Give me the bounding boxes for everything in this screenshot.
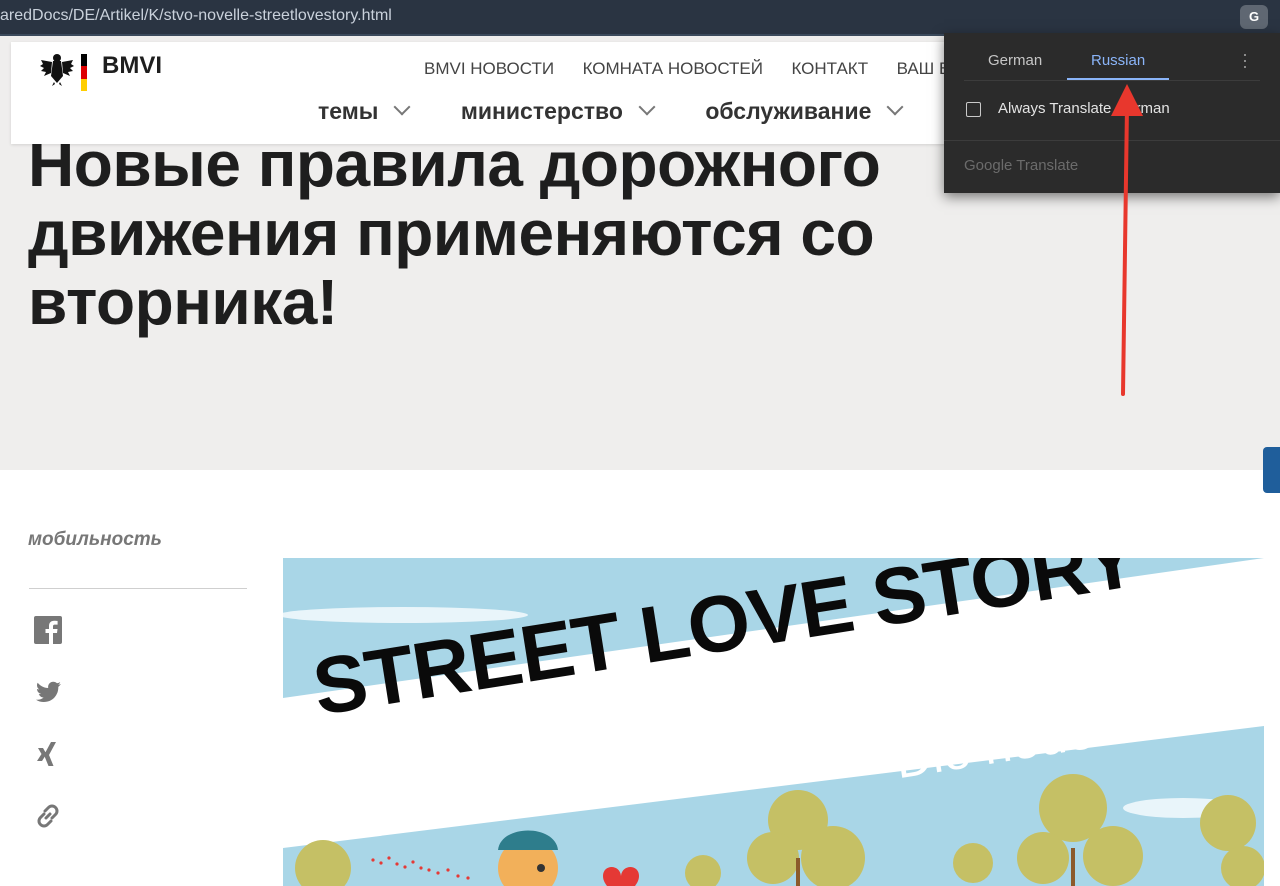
topnav-bmvi-news[interactable]: BMVI НОВОСТИ [424, 59, 554, 78]
twitter-icon[interactable] [33, 677, 63, 707]
topnav-your-way[interactable]: ВАШ В [897, 59, 951, 78]
site-header: BMVI BMVI НОВОСТИ КОМНАТА НОВОСТЕЙ КОНТА… [11, 42, 1011, 144]
more-options-icon[interactable]: · · · [1240, 45, 1250, 75]
tab-german[interactable]: German [988, 52, 1042, 69]
mainnav-ministry-label: министерство [460, 98, 623, 124]
chevron-down-icon [393, 98, 411, 116]
page-title: Новые правила дорожного движения применя… [28, 128, 881, 338]
google-translate-logo: Google Translate [964, 157, 1079, 174]
topnav-newsroom[interactable]: КОМНАТА НОВОСТЕЙ [583, 59, 763, 78]
tab-russian[interactable]: Russian [1091, 52, 1145, 69]
section-label[interactable]: мобильность [28, 529, 162, 551]
mainnav-service[interactable]: обслуживание [705, 98, 904, 125]
sidebar-divider [29, 588, 247, 589]
annotation-arrow [1111, 84, 1143, 396]
url-text[interactable]: aredDocs/DE/Artikel/K/stvo-novelle-stree… [0, 7, 392, 25]
always-translate-checkbox[interactable] [966, 102, 981, 117]
top-nav: BMVI НОВОСТИ КОМНАТА НОВОСТЕЙ КОНТАКТ ВА… [424, 59, 974, 79]
german-flag [81, 54, 87, 91]
translate-icon[interactable]: G [1240, 5, 1268, 29]
xing-icon[interactable] [33, 739, 63, 769]
logo-text[interactable]: BMVI [102, 52, 162, 80]
main-nav: темы министерство обслуживание [318, 98, 949, 125]
cyclist-figure [498, 830, 558, 886]
mainnav-ministry[interactable]: министерство [460, 98, 656, 125]
article-image: STREET LOVE STORY Die neue StVO [283, 558, 1264, 886]
chevron-down-icon [886, 98, 904, 116]
mainnav-service-label: обслуживание [705, 98, 872, 124]
link-icon[interactable] [33, 801, 63, 831]
browser-address-bar: aredDocs/DE/Artikel/K/stvo-novelle-stree… [0, 0, 1280, 36]
mainnav-topics[interactable]: темы [318, 98, 411, 125]
topnav-contact[interactable]: КОНТАКТ [791, 59, 868, 78]
mainnav-topics-label: темы [318, 98, 379, 124]
chevron-down-icon [638, 98, 656, 116]
facebook-icon[interactable] [33, 615, 63, 645]
feedback-tab[interactable] [1263, 447, 1280, 493]
federal-eagle-icon[interactable] [39, 52, 75, 86]
